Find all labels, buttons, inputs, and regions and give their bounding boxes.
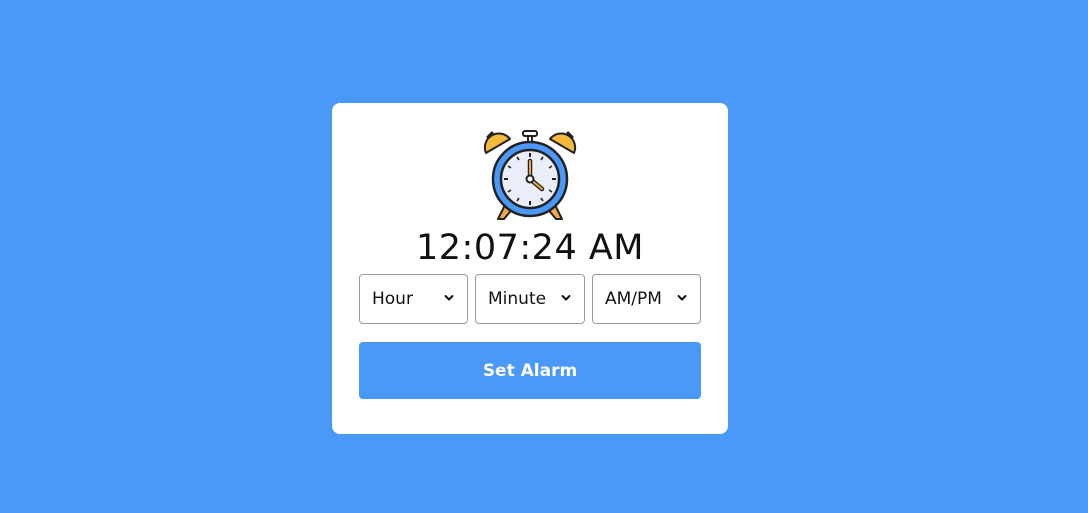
ampm-select-label: AM/PM xyxy=(605,289,662,309)
minute-select[interactable]: Minute xyxy=(475,274,585,324)
chevron-down-icon xyxy=(561,295,571,301)
alarm-clock-icon xyxy=(483,130,577,220)
ampm-select[interactable]: AM/PM xyxy=(592,274,701,324)
minute-select-label: Minute xyxy=(488,289,547,309)
hour-select[interactable]: Hour xyxy=(359,274,468,324)
chevron-down-icon xyxy=(677,295,687,301)
set-alarm-button[interactable]: Set Alarm xyxy=(359,342,701,399)
current-time: 12:07:24 AM xyxy=(416,228,644,268)
chevron-down-icon xyxy=(444,295,454,301)
alarm-card: 12:07:24 AM Hour Minute AM/PM Set Alarm xyxy=(332,103,728,434)
hour-select-label: Hour xyxy=(372,289,413,309)
